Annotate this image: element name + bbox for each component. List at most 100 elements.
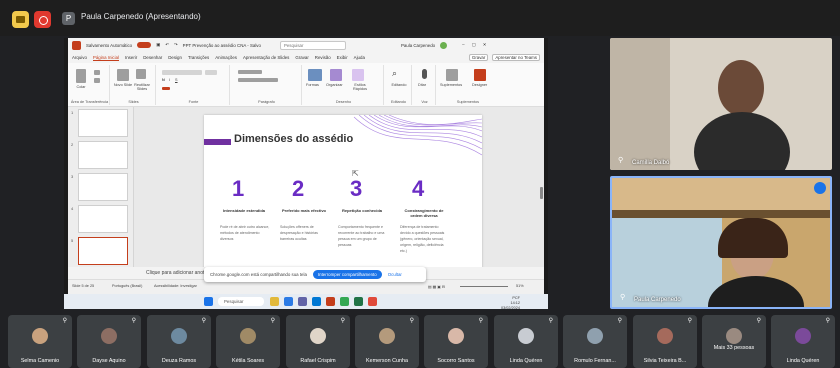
ppt-menu-item[interactable]: Exibir	[337, 55, 348, 60]
ppt-menu-item[interactable]: Ajuda	[354, 55, 365, 60]
reuse-slides-icon[interactable]	[136, 69, 146, 79]
video-tile[interactable]: ⚲ Camilla Dalbó	[610, 38, 832, 170]
align-icon[interactable]	[238, 78, 278, 82]
participant-tile[interactable]: ⚲ Mais 33 pessoas	[702, 315, 766, 368]
slide-canvas[interactable]: Dimensões do assédio ⇱ 1 Intensidade est…	[204, 115, 482, 273]
record-button[interactable]: Gravar	[468, 54, 489, 61]
participant-tile[interactable]: ⚲ Socorro Santos	[424, 315, 488, 368]
stop-sharing-button[interactable]: Interromper compartilhamento	[312, 270, 382, 279]
dictate-button[interactable]: Ditar	[418, 83, 426, 87]
ppt-search-input[interactable]: Pesquisar	[279, 40, 346, 50]
italic-icon[interactable]: I	[169, 78, 170, 82]
pin-icon[interactable]: ⚲	[132, 317, 136, 324]
shapes-icon[interactable]	[308, 69, 322, 81]
pin-icon[interactable]: ⚲	[410, 317, 414, 324]
new-slide-button[interactable]: Novo Slide	[113, 83, 133, 87]
ppt-menu-item[interactable]: Apresentação de Slides	[243, 55, 289, 60]
participant-tile[interactable]: ⚲ Romulo Fernan...	[563, 315, 627, 368]
video-tile-active-speaker[interactable]: ⚲ Paula Carpenedo	[610, 176, 832, 309]
designer-icon[interactable]	[474, 69, 486, 81]
pin-icon[interactable]: ⚲	[618, 156, 623, 164]
ppt-menu-item[interactable]: Animações	[215, 55, 237, 60]
designer-button[interactable]: Designer	[472, 83, 487, 87]
slide-thumbnail[interactable]: 4	[71, 205, 128, 233]
bullets-icon[interactable]	[238, 70, 262, 74]
participant-tile[interactable]: ⚲ Deuza Ramos	[147, 315, 211, 368]
participant-tile[interactable]: ⚲ Linda Quéren	[494, 315, 558, 368]
editing-button[interactable]: Editando	[387, 83, 411, 87]
edge-icon[interactable]	[284, 297, 293, 306]
new-slide-icon[interactable]	[117, 69, 129, 81]
arrange-icon[interactable]	[330, 69, 342, 81]
participant-tile[interactable]: ⚲ Linda Quéren	[771, 315, 835, 368]
paste-icon[interactable]	[76, 69, 86, 83]
pin-icon[interactable]: ⚲	[63, 317, 67, 324]
bold-icon[interactable]: N	[162, 78, 165, 82]
chrome-icon[interactable]	[340, 297, 349, 306]
microphone-icon[interactable]	[422, 69, 427, 79]
ppt-menu-item[interactable]: Design	[168, 55, 182, 60]
teams-icon[interactable]	[298, 297, 307, 306]
participant-tile[interactable]: ⚲ Silvia Teixeira B...	[633, 315, 697, 368]
slide-thumbnail-selected[interactable]: 5	[71, 237, 128, 265]
ppt-menu-item[interactable]: Página Inicial	[92, 55, 120, 61]
quick-styles-icon[interactable]	[352, 69, 364, 81]
file-explorer-icon[interactable]	[270, 297, 279, 306]
font-name-select[interactable]	[162, 70, 202, 75]
present-screen-button[interactable]	[12, 11, 29, 28]
pin-icon[interactable]: ⚲	[202, 317, 206, 324]
paste-button-label[interactable]: Colar	[72, 85, 90, 89]
undo-icon[interactable]: ↶	[165, 42, 169, 48]
redo-icon[interactable]: ↷	[174, 42, 178, 48]
slide-thumbnail[interactable]: 3	[71, 173, 128, 201]
font-size-select[interactable]	[205, 70, 217, 75]
status-accessibility[interactable]: Acessibilidade: Investigar	[154, 284, 197, 288]
view-buttons[interactable]: ▤ ▦ ▣ ⊟	[428, 284, 445, 289]
arrange-button[interactable]: Organizar	[326, 83, 343, 87]
excel-icon[interactable]	[354, 297, 363, 306]
pin-icon[interactable]: ⚲	[479, 317, 483, 324]
ppt-menu-item[interactable]: Revisão	[315, 55, 331, 60]
app-icon[interactable]	[368, 297, 377, 306]
stop-presenting-button[interactable]	[34, 11, 51, 28]
slide-thumbnail[interactable]: 1	[71, 109, 128, 137]
ppt-menu-item[interactable]: Desenhar	[143, 55, 162, 60]
taskbar-search[interactable]: Pesquisar	[218, 297, 264, 306]
pin-icon[interactable]: ⚲	[620, 293, 625, 301]
save-icon[interactable]: ▣	[156, 42, 160, 48]
present-teams-button[interactable]: Apresentar no Teams	[492, 54, 540, 61]
status-language[interactable]: Português (Brasil)	[112, 284, 142, 288]
pin-icon[interactable]: ⚲	[618, 317, 622, 324]
pin-icon[interactable]: ⚲	[549, 317, 553, 324]
outlook-icon[interactable]	[312, 297, 321, 306]
ppt-user-avatar[interactable]	[440, 41, 448, 49]
ppt-menu-item[interactable]: Transições	[188, 55, 209, 60]
ppt-menu-item[interactable]: Inserir	[125, 55, 137, 60]
addins-button[interactable]: Suplementos	[440, 83, 462, 87]
zoom-level[interactable]: 51%	[516, 284, 524, 288]
powerpoint-icon[interactable]	[326, 297, 335, 306]
addins-icon[interactable]	[446, 69, 458, 81]
pin-icon[interactable]: ⚲	[688, 317, 692, 324]
participant-tile[interactable]: ⚲ Rafael Crispim	[286, 315, 350, 368]
ppt-menu-item[interactable]: Arquivo	[72, 55, 87, 60]
slide-scrollbar[interactable]	[540, 187, 543, 199]
reuse-slides-button[interactable]: Reutilizar Slides	[132, 83, 152, 91]
ppt-menu-item[interactable]: Gravar	[295, 55, 308, 60]
hide-banner-link[interactable]: Ocultar	[388, 272, 402, 277]
participant-tile[interactable]: ⚲ Selma Camenio	[8, 315, 72, 368]
autosave-toggle[interactable]	[137, 42, 152, 48]
pin-icon[interactable]: ⚲	[757, 317, 761, 324]
quick-styles-button[interactable]: Estilos Rápidos	[348, 83, 372, 91]
participant-tile[interactable]: ⚲ Kemerson Cunha	[355, 315, 419, 368]
pin-icon[interactable]: ⚲	[341, 317, 345, 324]
slide-thumbnail[interactable]: 2	[71, 141, 128, 169]
pin-icon[interactable]: ⚲	[826, 317, 830, 324]
pin-icon[interactable]: ⚲	[271, 317, 275, 324]
cut-icon[interactable]	[94, 70, 100, 75]
copy-icon[interactable]	[94, 78, 100, 83]
zoom-slider[interactable]	[460, 286, 508, 287]
shapes-button[interactable]: Formas	[306, 83, 319, 87]
window-controls[interactable]: –▢✕	[462, 42, 493, 48]
participant-tile[interactable]: ⚲ Kétila Soares	[216, 315, 280, 368]
